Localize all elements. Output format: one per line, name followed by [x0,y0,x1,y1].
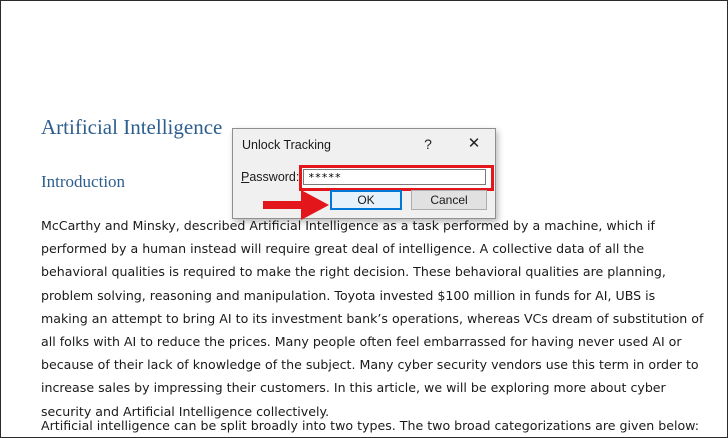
red-arrow-icon [263,190,329,220]
paragraph-line: problem solving, reasoning and manipulat… [41,287,656,303]
paragraph-line: performed by a human instead will requir… [41,241,645,257]
paragraph-line: behavioral qualities is required to make… [41,264,666,280]
document-title: Artificial Intelligence [41,115,223,139]
document-page: Artificial Intelligence Introduction McC… [0,0,728,438]
dialog-title: Unlock Tracking [242,138,331,152]
red-arrow-shape [263,190,329,220]
help-icon[interactable]: ? [418,133,438,155]
password-label: Password: [241,170,299,184]
password-input[interactable] [303,169,486,185]
close-icon[interactable]: ✕ [463,133,485,155]
password-label-text: assword: [249,170,300,184]
paragraph-line: all folks with AI to reduce the prices. … [41,334,682,350]
cancel-button[interactable]: Cancel [411,190,487,210]
section-heading-introduction: Introduction [41,172,126,191]
intro-paragraph: McCarthy and Minsky, described Artificia… [41,214,704,423]
paragraph-line: increase sales by impressing their custo… [41,380,666,396]
paragraph-line: making an attempt to bring AI to its inv… [41,310,704,326]
types-paragraph: Artificial intelligence can be split bro… [41,414,700,437]
paragraph-line: Artificial intelligence can be split bro… [41,418,700,433]
ok-button[interactable]: OK [330,190,402,210]
paragraph-line: because of their lack of knowledge of th… [41,357,699,373]
